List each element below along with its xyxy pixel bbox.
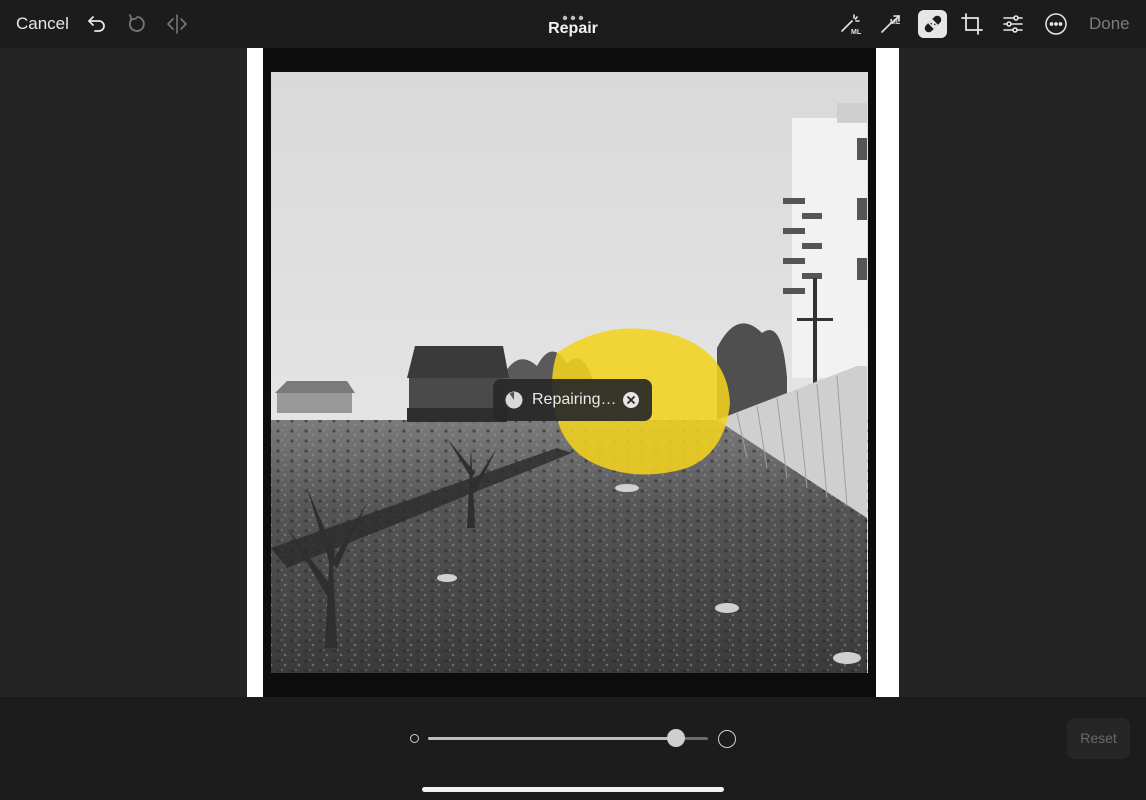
- cancel-repair-icon[interactable]: [622, 391, 640, 414]
- brush-size-slider[interactable]: [428, 729, 708, 747]
- svg-text:ML: ML: [890, 19, 901, 26]
- done-button[interactable]: Done: [1089, 14, 1130, 34]
- large-brush-icon: [718, 730, 736, 748]
- bottom-toolbar: Reset: [0, 697, 1146, 800]
- more-dots-icon[interactable]: [562, 8, 584, 21]
- svg-text:ML: ML: [851, 29, 862, 36]
- top-toolbar: Cancel Repair ML ML Done: [0, 0, 1146, 48]
- slider-thumb[interactable]: [666, 729, 685, 747]
- ml-magic-wand-icon[interactable]: ML: [839, 12, 863, 36]
- slider-fill: [428, 737, 676, 740]
- crop-icon[interactable]: [960, 12, 984, 36]
- home-indicator: [422, 787, 724, 792]
- reset-button[interactable]: Reset: [1067, 718, 1130, 759]
- adjust-sliders-icon[interactable]: [1001, 12, 1025, 36]
- more-options-icon[interactable]: [1044, 12, 1068, 36]
- progress-pie-icon: [505, 391, 523, 409]
- ml-denoise-icon[interactable]: ML: [879, 12, 903, 36]
- repair-bandage-icon[interactable]: [918, 10, 947, 38]
- photo-preview[interactable]: [247, 48, 899, 697]
- repairing-status-text: Repairing…: [532, 391, 617, 408]
- small-brush-icon: [410, 734, 419, 743]
